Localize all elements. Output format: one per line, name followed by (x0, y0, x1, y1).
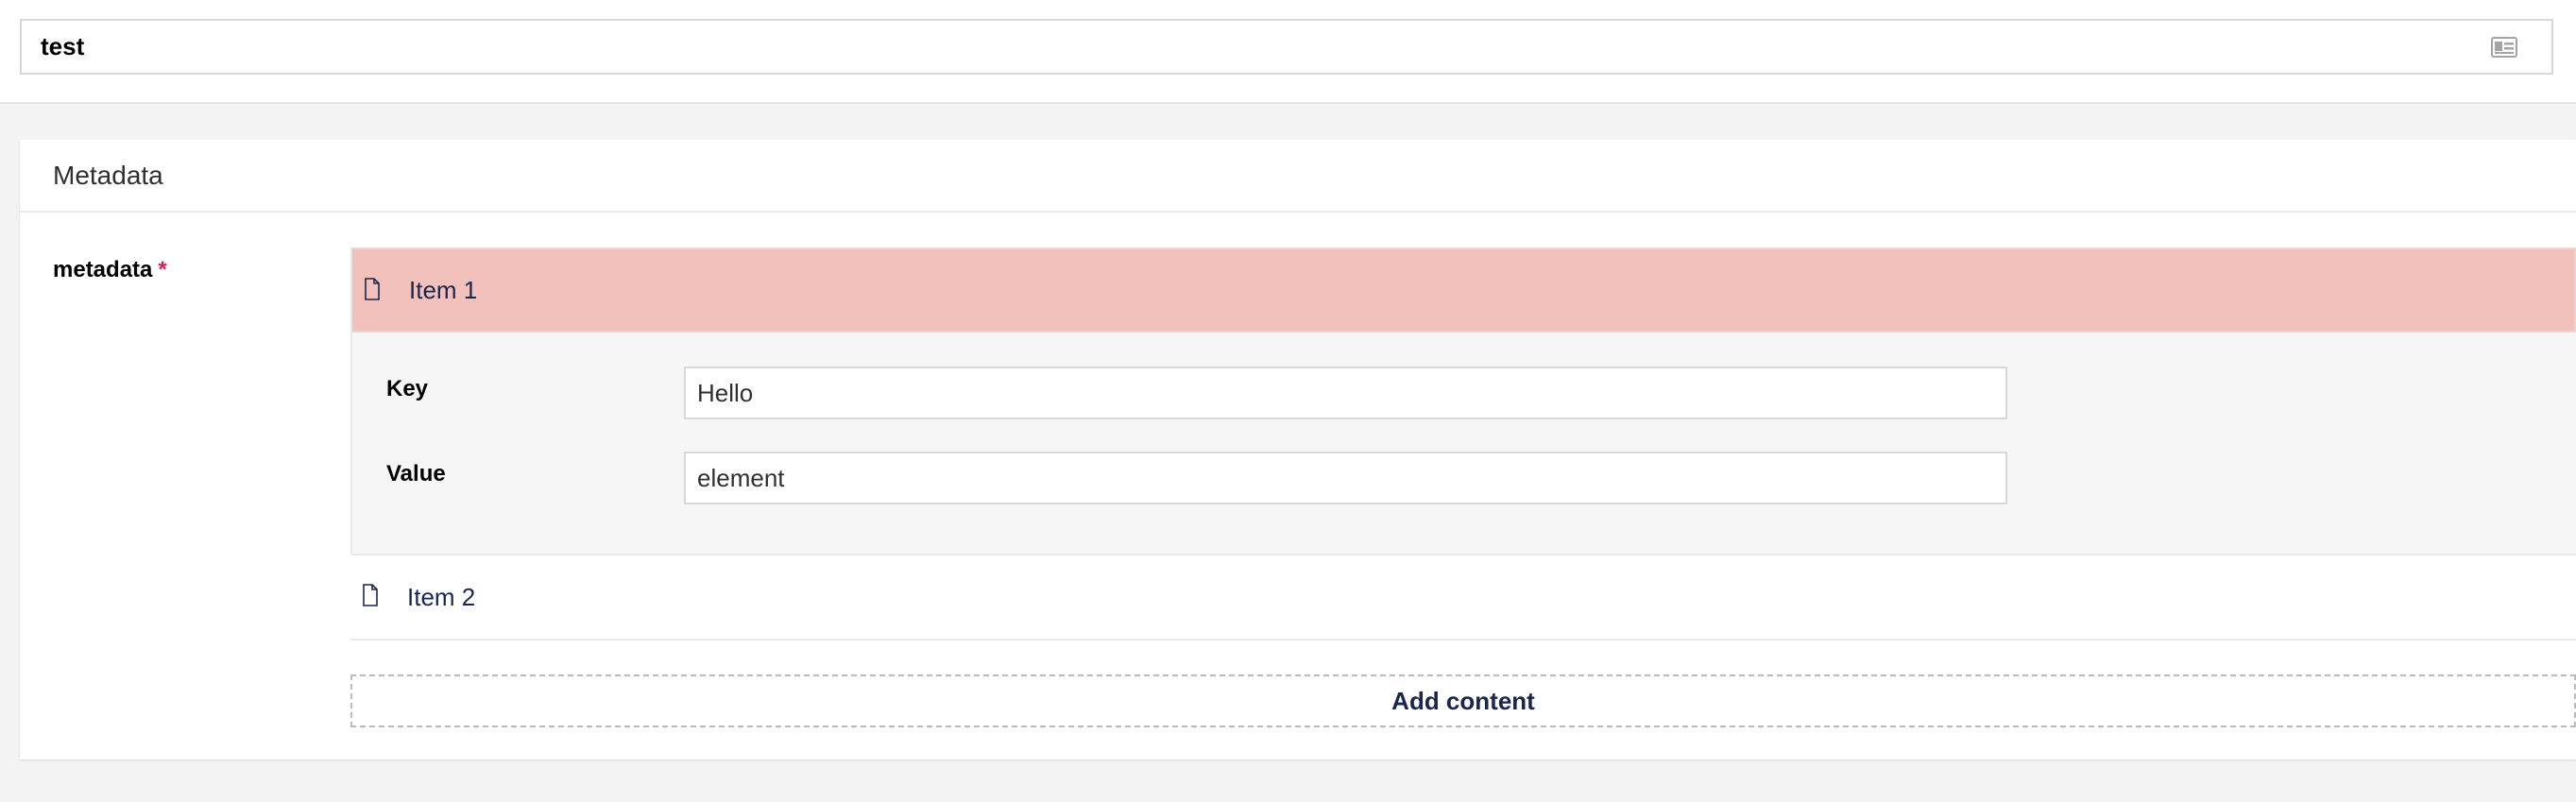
value-label: Value (386, 461, 446, 486)
value-input-value: element (697, 463, 785, 492)
block-list: Item 1 Key Hello Value element Item 2 Ad… (350, 247, 2576, 727)
document-icon (362, 584, 379, 606)
block-item-label: Item 1 (409, 275, 478, 304)
add-content-label: Add content (1391, 686, 1535, 715)
block-item-label: Item 2 (407, 582, 476, 611)
add-content-button[interactable]: Add content (350, 674, 2576, 727)
key-label: Key (386, 376, 429, 401)
block-item-2[interactable]: Item 2 (350, 555, 2576, 640)
panel-header: Metadata (20, 140, 2576, 213)
document-icon (364, 278, 381, 300)
top-bar: test (0, 0, 2576, 104)
metadata-panel: Metadata metadata * Item 1 Key Hello Valu… (20, 140, 2576, 759)
key-input[interactable]: Hello (684, 367, 2007, 419)
required-marker: * (158, 257, 167, 282)
id-card-icon[interactable] (2491, 36, 2517, 59)
name-field[interactable]: test (20, 19, 2553, 75)
metadata-field-label: metadata * (53, 257, 167, 283)
block-item-1-content: Key Hello Value element (350, 333, 2576, 555)
field-label-text: metadata (53, 257, 153, 282)
block-item-1[interactable]: Item 1 (350, 247, 2576, 333)
panel-title: Metadata (53, 160, 163, 190)
key-input-value: Hello (697, 378, 754, 407)
value-input[interactable]: element (684, 452, 2007, 504)
name-field-value: test (41, 32, 85, 60)
